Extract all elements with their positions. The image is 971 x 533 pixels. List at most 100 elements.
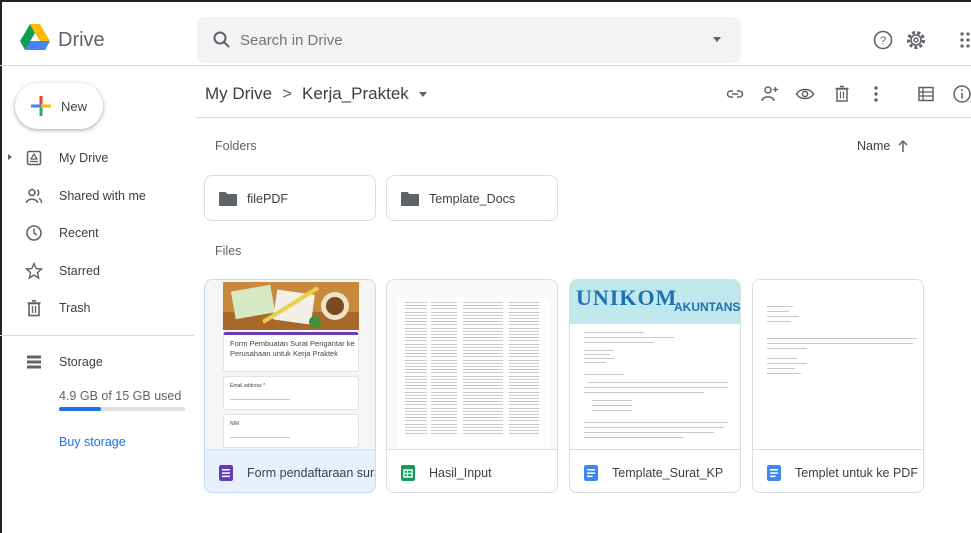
- text-line: [431, 407, 457, 409]
- text-line: [431, 430, 457, 431]
- storage-usage-fill: [59, 407, 101, 411]
- text-line: [431, 366, 457, 367]
- text-line: [405, 311, 427, 313]
- list-view-icon[interactable]: [916, 84, 936, 104]
- sort-by-name-button[interactable]: Name: [857, 139, 890, 153]
- text-line: [509, 394, 539, 396]
- sidebar-item-trash[interactable]: Trash: [0, 291, 190, 325]
- help-icon[interactable]: ?: [872, 29, 894, 51]
- shared-icon: [25, 188, 43, 204]
- sort-direction-arrow-icon[interactable]: [896, 138, 910, 154]
- text-line: [431, 340, 457, 342]
- file-thumbnail: [753, 280, 923, 450]
- text-line: [431, 391, 457, 393]
- text-line: [431, 378, 457, 380]
- text-line: [767, 311, 789, 312]
- folder-name: filePDF: [247, 192, 288, 206]
- text-line: [431, 314, 457, 316]
- text-line: [405, 382, 427, 383]
- text-line: [509, 420, 539, 422]
- text-line: [405, 321, 427, 323]
- sidebar-item-my-drive[interactable]: My Drive: [0, 141, 190, 175]
- text-line: [509, 391, 539, 393]
- settings-gear-icon[interactable]: [905, 29, 927, 51]
- text-line: [405, 407, 427, 409]
- text-line: [592, 410, 632, 411]
- text-line: [405, 391, 427, 393]
- trash-icon: [27, 299, 41, 317]
- apps-grid-icon[interactable]: [958, 29, 971, 51]
- folder-item[interactable]: filePDF: [204, 175, 376, 221]
- text-line: [431, 334, 457, 335]
- text-line: [584, 362, 606, 363]
- text-line: [584, 374, 624, 375]
- file-card[interactable]: Hasil_Input: [386, 279, 558, 493]
- file-card[interactable]: Templet untuk ke PDF: [752, 279, 924, 493]
- text-line: [767, 306, 793, 307]
- folder-menu-caret-icon[interactable]: [418, 92, 427, 98]
- info-icon[interactable]: [952, 84, 971, 104]
- search-icon[interactable]: [212, 30, 232, 50]
- text-line: [405, 385, 427, 387]
- text-line: [431, 350, 457, 351]
- folders-heading: Folders: [215, 139, 257, 153]
- text-line: [584, 422, 728, 423]
- text-line: [431, 337, 457, 339]
- text-line: [463, 414, 503, 415]
- text-line: [431, 318, 457, 319]
- new-button[interactable]: New: [15, 83, 103, 129]
- text-line: [431, 369, 457, 371]
- file-name: Template_Surat_KP: [612, 466, 724, 480]
- text-line: [509, 414, 539, 415]
- sidebar-item-shared[interactable]: Shared with me: [0, 179, 190, 213]
- search-options-icon[interactable]: [713, 37, 721, 42]
- search-bar[interactable]: [197, 17, 741, 63]
- text-line: [463, 398, 503, 399]
- text-line: [405, 359, 427, 361]
- text-line: [509, 353, 539, 355]
- text-line: [431, 353, 457, 355]
- text-line: [431, 410, 457, 412]
- text-line: [431, 311, 457, 313]
- more-actions-icon[interactable]: [866, 84, 886, 104]
- text-line: [405, 314, 427, 316]
- text-line: [431, 404, 457, 406]
- preview-eye-icon[interactable]: [795, 84, 815, 104]
- search-input[interactable]: [240, 25, 690, 55]
- text-line: [463, 302, 503, 303]
- file-name: Templet untuk ke PDF: [795, 466, 918, 480]
- text-line: [405, 369, 427, 371]
- breadcrumb-current[interactable]: Kerja_Praktek: [302, 84, 409, 103]
- breadcrumb-root[interactable]: My Drive: [205, 84, 272, 103]
- sidebar-item-recent[interactable]: Recent: [0, 216, 190, 250]
- text-line: [463, 311, 503, 313]
- buy-storage-link[interactable]: Buy storage: [59, 435, 126, 449]
- text-line: [431, 375, 457, 377]
- file-card[interactable]: UNIKOM AKUNTANSI Template_Surat_KP: [569, 279, 741, 493]
- text-line: [463, 343, 503, 345]
- sidebar-item-starred[interactable]: Starred: [0, 254, 190, 288]
- text-line: [463, 388, 503, 390]
- sheets-file-icon: [401, 465, 415, 481]
- text-line: [431, 426, 457, 428]
- sidebar-item-storage[interactable]: Storage: [0, 345, 190, 379]
- get-link-icon[interactable]: [725, 84, 745, 104]
- folder-item[interactable]: Template_Docs: [386, 175, 558, 221]
- text-line: [463, 340, 503, 342]
- text-line: [509, 318, 539, 319]
- drive-logo-icon[interactable]: [20, 24, 50, 50]
- docs-file-icon: [584, 465, 598, 481]
- top-bar: Drive ?: [0, 2, 971, 66]
- text-line: [431, 394, 457, 396]
- file-card[interactable]: Form Pembuatan Surat Pengantar ke Perusa…: [204, 279, 376, 493]
- text-line: [431, 346, 457, 348]
- text-line: [463, 318, 503, 319]
- expand-arrow-icon[interactable]: [8, 154, 12, 160]
- text-line: [588, 382, 728, 383]
- remove-trash-icon[interactable]: [832, 84, 852, 104]
- share-add-person-icon[interactable]: [760, 84, 780, 104]
- text-line: [405, 423, 427, 425]
- document-preview: UNIKOM AKUNTANSI: [570, 280, 740, 449]
- text-line: [463, 391, 503, 393]
- text-line: [592, 400, 632, 401]
